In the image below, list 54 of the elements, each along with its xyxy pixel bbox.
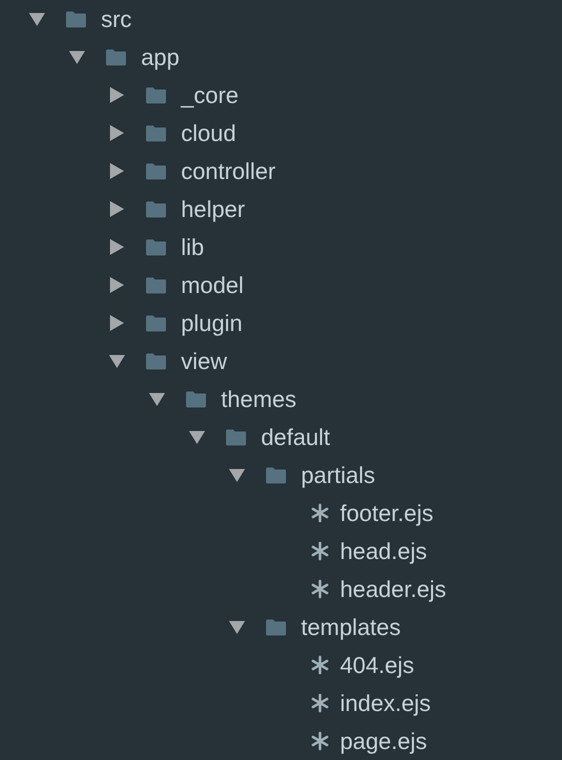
folder-icon [105, 48, 127, 66]
folder-name[interactable]: partials [301, 462, 376, 488]
folder-name[interactable]: view [181, 348, 228, 374]
expand-arrow-icon[interactable] [108, 162, 126, 180]
folder-icon [145, 276, 167, 294]
folder-icon [225, 428, 247, 446]
folder-name[interactable]: templates [301, 614, 401, 640]
asterisk-icon [310, 541, 330, 561]
expand-arrow-icon[interactable] [108, 124, 126, 142]
folder-name[interactable]: default [261, 424, 330, 450]
folder-name[interactable]: _core [181, 82, 239, 108]
folder-icon [65, 10, 87, 28]
file-name[interactable]: page.ejs [340, 728, 427, 754]
folder-name[interactable]: src [101, 6, 132, 32]
expand-arrow-icon[interactable] [108, 200, 126, 218]
collapse-arrow-icon[interactable] [108, 352, 126, 370]
file-name[interactable]: index.ejs [340, 690, 431, 716]
folder-icon [145, 162, 167, 180]
folder-name[interactable]: themes [221, 386, 296, 412]
folder-icon [265, 466, 287, 484]
folder-icon [185, 390, 207, 408]
folder-icon [145, 352, 167, 370]
folder-name[interactable]: lib [181, 234, 204, 260]
expand-arrow-icon[interactable] [108, 86, 126, 104]
file-name[interactable]: 404.ejs [340, 652, 414, 678]
folder-icon [145, 86, 167, 104]
file-name[interactable]: header.ejs [340, 576, 446, 602]
folder-name[interactable]: plugin [181, 310, 242, 336]
collapse-arrow-icon[interactable] [148, 390, 166, 408]
folder-icon [145, 238, 167, 256]
folder-name[interactable]: app [141, 44, 180, 70]
folder-icon [145, 200, 167, 218]
asterisk-icon [310, 693, 330, 713]
collapse-arrow-icon[interactable] [68, 48, 86, 66]
file-name[interactable]: footer.ejs [340, 500, 434, 526]
asterisk-icon [310, 579, 330, 599]
folder-name[interactable]: cloud [181, 120, 236, 146]
collapse-arrow-icon[interactable] [188, 428, 206, 446]
collapse-arrow-icon[interactable] [228, 466, 246, 484]
folder-name[interactable]: model [181, 272, 244, 298]
folder-name[interactable]: helper [181, 196, 245, 222]
asterisk-icon [310, 731, 330, 751]
collapse-arrow-icon[interactable] [228, 618, 246, 636]
expand-arrow-icon[interactable] [108, 314, 126, 332]
asterisk-icon [310, 655, 330, 675]
expand-arrow-icon[interactable] [108, 238, 126, 256]
folder-name[interactable]: controller [181, 158, 276, 184]
folder-icon [265, 618, 287, 636]
expand-arrow-icon[interactable] [108, 276, 126, 294]
collapse-arrow-icon[interactable] [28, 10, 46, 28]
folder-icon [145, 124, 167, 142]
file-name[interactable]: head.ejs [340, 538, 427, 564]
asterisk-icon [310, 503, 330, 523]
folder-icon [145, 314, 167, 332]
